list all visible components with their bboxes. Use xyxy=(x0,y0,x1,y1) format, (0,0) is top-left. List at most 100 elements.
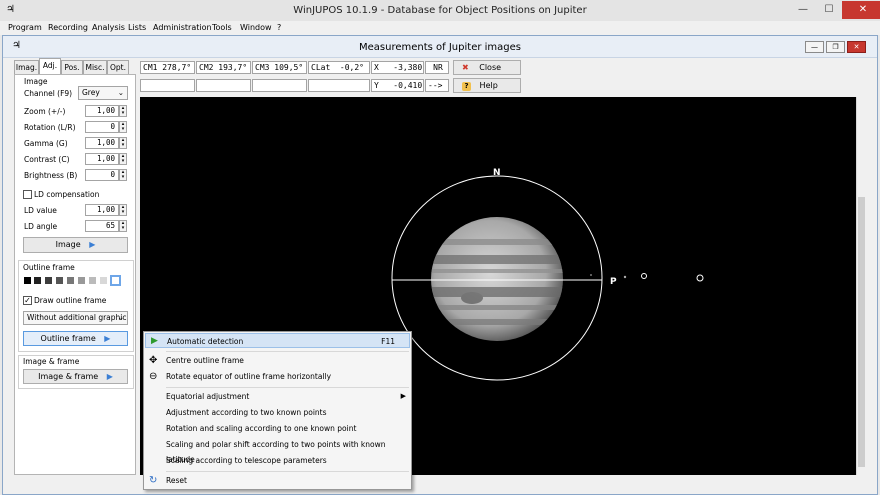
color-swatch-white-selected[interactable] xyxy=(110,275,121,286)
menu-item-polar-shift[interactable]: Scaling and polar shift according to two… xyxy=(145,437,410,464)
channel-select[interactable]: Grey ⌄ xyxy=(78,86,128,100)
menu-administration[interactable]: Administration xyxy=(153,23,212,32)
menu-lists[interactable]: Lists xyxy=(128,23,146,32)
menu-window[interactable]: Window xyxy=(240,23,272,32)
outline-frame-button-label: Outline frame xyxy=(40,334,96,343)
menu-recording[interactable]: Recording xyxy=(48,23,88,32)
image-frame-heading: Image & frame xyxy=(23,357,80,366)
menu-item-equatorial-adjustment[interactable]: Equatorial adjustment ▶ xyxy=(145,389,410,404)
centre-outline-label: Centre outline frame xyxy=(166,356,244,365)
close-icon[interactable]: ✕ xyxy=(842,1,880,19)
pole-marker: P xyxy=(610,277,617,287)
child-close-icon[interactable]: ✕ xyxy=(847,41,866,53)
help-icon: ? xyxy=(462,82,471,91)
color-swatch-mid2[interactable] xyxy=(78,277,85,284)
zoom-spinner[interactable]: ▴ ▾ xyxy=(119,105,127,117)
menu-item-rotate-equator[interactable]: ⊖ Rotate equator of outline frame horizo… xyxy=(145,369,410,384)
close-button[interactable]: ✖ Close xyxy=(453,60,521,75)
gamma-spinner[interactable]: ▴ ▾ xyxy=(119,137,127,149)
rotation-input[interactable]: 0 xyxy=(85,121,119,133)
chevron-down-icon: ⌄ xyxy=(117,88,124,97)
ld-angle-label: LD angle xyxy=(24,222,58,231)
color-swatch-light1[interactable] xyxy=(89,277,96,284)
vertical-scroll-thumb[interactable] xyxy=(858,197,865,467)
tab-adj[interactable]: Adj. xyxy=(39,58,61,74)
rotation-spinner[interactable]: ▴ ▾ xyxy=(119,121,127,133)
menu-analysis[interactable]: Analysis xyxy=(92,23,125,32)
ld-compensation-checkbox[interactable] xyxy=(23,190,32,199)
channel-label: Channel (F9) xyxy=(24,89,73,98)
menu-tools[interactable]: Tools xyxy=(212,23,232,32)
arrow-right-icon: ▶ xyxy=(89,240,96,249)
arrow-right-icon: ▶ xyxy=(106,372,113,381)
ld-angle-spinner[interactable]: ▴ ▾ xyxy=(119,220,127,232)
menu-item-centre-outline[interactable]: ✥ Centre outline frame xyxy=(145,353,410,368)
color-swatch-dark3[interactable] xyxy=(56,277,63,284)
empty-field-3 xyxy=(252,79,307,92)
color-swatch-light2[interactable] xyxy=(100,277,107,284)
brightness-spinner[interactable]: ▴ ▾ xyxy=(119,169,127,181)
image-button[interactable]: Image ▶ xyxy=(23,237,128,253)
draw-outline-label: Draw outline frame xyxy=(34,296,107,305)
app-titlebar: ♃ WinJUPOS 10.1.9 - Database for Object … xyxy=(0,0,880,21)
draw-outline-checkbox[interactable]: ✓ xyxy=(23,296,32,305)
contrast-spinner[interactable]: ▴ ▾ xyxy=(119,153,127,165)
menu-item-reset[interactable]: ↻ Reset xyxy=(145,473,410,488)
nr-field: NR xyxy=(425,61,449,74)
minimize-icon[interactable]: — xyxy=(790,1,816,19)
outline-frame-button[interactable]: Outline frame ▶ xyxy=(23,331,128,346)
moon-marker-dim xyxy=(590,274,592,276)
child-minimize-icon[interactable]: — xyxy=(805,41,824,53)
image-button-label: Image xyxy=(55,240,81,249)
channel-value: Grey xyxy=(82,88,100,97)
moon-circle-1 xyxy=(641,273,647,279)
gamma-input[interactable]: 1,00 xyxy=(85,137,119,149)
move-cross-icon: ✥ xyxy=(149,355,158,366)
tab-imag[interactable]: Imag. xyxy=(14,60,39,74)
color-swatch-dark1[interactable] xyxy=(34,277,41,284)
menu-program[interactable]: Program xyxy=(8,23,42,32)
menu-separator xyxy=(166,351,409,352)
image-frame-button-label: Image & frame xyxy=(38,372,99,381)
tab-misc[interactable]: Misc. xyxy=(83,60,107,74)
gamma-label: Gamma (G) xyxy=(24,139,68,148)
maximize-icon[interactable]: ☐ xyxy=(816,1,842,19)
equatorial-adjustment-label: Equatorial adjustment xyxy=(166,392,250,401)
ld-value-label: LD value xyxy=(24,206,57,215)
menu-item-telescope-parameters[interactable]: Scaling according to telescope parameter… xyxy=(145,453,410,468)
tab-opt[interactable]: Opt. xyxy=(107,60,129,74)
menu-separator xyxy=(166,471,409,472)
vertical-scrollbar[interactable] xyxy=(856,97,866,475)
contrast-input[interactable]: 1,00 xyxy=(85,153,119,165)
tab-pos[interactable]: Pos. xyxy=(61,60,83,74)
color-swatch-black[interactable] xyxy=(24,277,31,284)
ld-value-spinner[interactable]: ▴ ▾ xyxy=(119,204,127,216)
empty-field-2 xyxy=(196,79,251,92)
graphic-select[interactable]: Without additional graphic ⌄ xyxy=(23,311,128,325)
chevron-down-icon: ⌄ xyxy=(117,313,124,322)
ld-angle-input[interactable]: 65 xyxy=(85,220,119,232)
reset-label: Reset xyxy=(166,476,187,485)
color-swatch-mid1[interactable] xyxy=(67,277,74,284)
child-restore-icon[interactable]: ❐ xyxy=(826,41,845,53)
menu-help[interactable]: ? xyxy=(277,23,281,32)
cm2-field: CM2 193,7° xyxy=(196,61,251,74)
menu-separator xyxy=(166,387,409,388)
color-swatch-dark2[interactable] xyxy=(45,277,52,284)
help-button[interactable]: ? Help xyxy=(453,78,521,93)
outline-heading: Outline frame xyxy=(23,263,75,272)
zoom-input[interactable]: 1,00 xyxy=(85,105,119,117)
context-menu: ▶ Automatic detection F11 ✥ Centre outli… xyxy=(143,331,412,490)
menu-item-automatic-detection[interactable]: ▶ Automatic detection F11 xyxy=(145,333,410,348)
image-heading: Image xyxy=(24,77,48,86)
automatic-detection-shortcut: F11 xyxy=(381,337,395,346)
menu-item-two-known-points[interactable]: Adjustment according to two known points xyxy=(145,405,410,420)
brightness-input[interactable]: 0 xyxy=(85,169,119,181)
moon-circle-2 xyxy=(696,274,704,282)
play-icon: ▶ xyxy=(151,336,158,346)
automatic-detection-label: Automatic detection xyxy=(167,337,244,346)
empty-field-4 xyxy=(308,79,370,92)
ld-value-input[interactable]: 1,00 xyxy=(85,204,119,216)
menu-item-one-known-point[interactable]: Rotation and scaling according to one kn… xyxy=(145,421,410,436)
image-frame-button[interactable]: Image & frame ▶ xyxy=(23,369,128,384)
